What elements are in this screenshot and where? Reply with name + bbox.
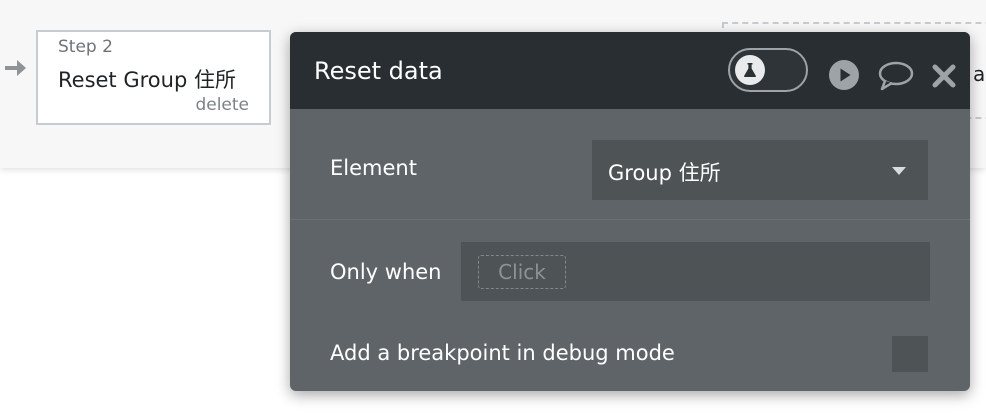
flask-icon <box>744 63 756 77</box>
arrow-right-icon <box>5 60 26 76</box>
panel-title: Reset data <box>314 57 443 85</box>
element-dropdown[interactable]: Group 住所 <box>592 140 928 200</box>
element-label: Element <box>330 156 417 180</box>
step-title: Reset Group 住所 <box>58 68 236 92</box>
test-mode-toggle[interactable] <box>728 48 808 92</box>
workflow-step-card[interactable]: Step 2 Reset Group 住所 delete <box>36 30 271 125</box>
toggle-knob <box>735 55 765 85</box>
breakpoint-label: Add a breakpoint in debug mode <box>330 341 675 365</box>
comment-icon[interactable] <box>877 60 915 92</box>
play-icon[interactable] <box>828 59 860 91</box>
panel-header: Reset data <box>290 32 970 109</box>
breakpoint-checkbox[interactable] <box>892 336 928 372</box>
condition-placeholder: Click <box>498 260 546 284</box>
element-dropdown-value: Group 住所 <box>608 161 721 185</box>
close-icon[interactable] <box>931 63 957 89</box>
only-when-condition-input[interactable]: Click <box>461 242 930 301</box>
delete-step-link[interactable]: delete <box>195 95 249 115</box>
next-step-text: a <box>973 62 986 86</box>
only-when-label: Only when <box>330 260 442 284</box>
action-property-panel: Reset data Element Group 住所 Only when Cl… <box>290 32 970 391</box>
chevron-down-icon <box>892 167 906 175</box>
element-row: Element Group 住所 <box>290 109 970 220</box>
condition-placeholder-chip[interactable]: Click <box>478 255 566 289</box>
step-number: Step 2 <box>58 37 113 57</box>
